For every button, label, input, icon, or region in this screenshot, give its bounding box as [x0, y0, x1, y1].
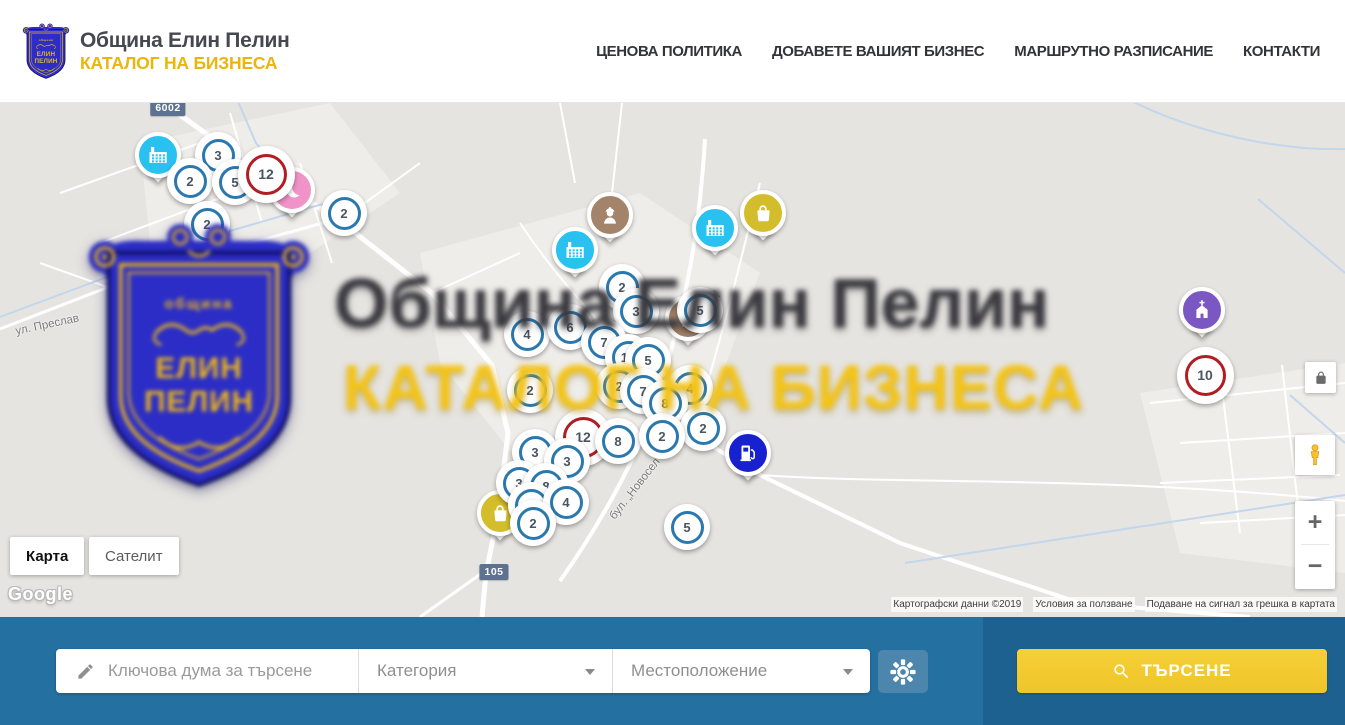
- gear-icon: [890, 659, 916, 685]
- location-value: Местоположение: [631, 661, 767, 681]
- streetview-lock-button[interactable]: [1305, 362, 1336, 393]
- cluster-marker[interactable]: 10: [1177, 347, 1234, 404]
- attribution-link[interactable]: Условия за ползване: [1033, 597, 1134, 612]
- pencil-icon: [76, 662, 95, 681]
- header: община ЕЛИН ПЕЛИН Община Елин Пелин КАТА…: [0, 0, 1345, 103]
- search-button-label: ТЪРСЕНЕ: [1141, 661, 1231, 681]
- cluster-marker[interactable]: 2: [507, 367, 553, 413]
- zoom-control: + −: [1295, 501, 1335, 589]
- pegman-icon: [1303, 443, 1327, 467]
- nav-item[interactable]: МАРШРУТНО РАЗПИСАНИЕ: [1014, 43, 1213, 60]
- cluster-count: 8: [661, 396, 668, 411]
- map-type-satellite-button[interactable]: Сателит: [89, 537, 179, 575]
- cluster-layer: 325122223546713522748212823338342510: [0, 103, 1345, 617]
- cluster-marker[interactable]: 2: [184, 201, 230, 247]
- cluster-count: 10: [1197, 367, 1213, 383]
- chevron-down-icon: [585, 669, 595, 675]
- map-attribution: Картографски данни ©2019 Условия за ползв…: [891, 597, 1337, 612]
- cluster-count: 5: [644, 353, 651, 368]
- advanced-search-button[interactable]: [878, 650, 928, 693]
- category-value: Категория: [377, 661, 456, 681]
- location-select[interactable]: Местоположение: [612, 649, 870, 693]
- factory-icon: [692, 205, 738, 251]
- attribution-text: Картографски данни ©2019: [891, 597, 1023, 612]
- cluster-marker[interactable]: 2: [167, 158, 213, 204]
- cluster-count: 12: [258, 166, 274, 182]
- search-bar: Категория Местоположение: [0, 617, 1345, 725]
- zoom-in-button[interactable]: +: [1295, 501, 1335, 544]
- keyword-field[interactable]: [56, 649, 358, 693]
- main-nav: ЦЕНОВА ПОЛИТИКА ДОБАВЕТЕ ВАШИЯТ БИЗНЕС МАР…: [596, 43, 1320, 60]
- cluster-marker[interactable]: 8: [595, 418, 641, 464]
- cluster-count: 8: [614, 434, 621, 449]
- cluster-count: 2: [699, 421, 706, 436]
- cluster-count: 5: [696, 303, 703, 318]
- cluster-count: 4: [562, 495, 569, 510]
- category-select[interactable]: Категория: [358, 649, 612, 693]
- cluster-count: 2: [658, 429, 665, 444]
- cluster-marker[interactable]: 2: [680, 405, 726, 451]
- map-type-map-button[interactable]: Карта: [10, 537, 84, 575]
- church-pin-marker[interactable]: [1179, 287, 1225, 349]
- factory-pin-marker[interactable]: [692, 205, 738, 267]
- page: община ЕЛИН ПЕЛИН Община Елин Пелин КАТА…: [0, 0, 1345, 725]
- site-subtitle: КАТАЛОГ НА БИЗНЕСА: [80, 53, 290, 73]
- chevron-down-icon: [843, 669, 853, 675]
- cluster-marker[interactable]: 12: [238, 146, 295, 203]
- cluster-marker[interactable]: 2: [321, 190, 367, 236]
- search-icon: [1112, 662, 1131, 681]
- bag-icon: [740, 190, 786, 236]
- site-logo[interactable]: община ЕЛИН ПЕЛИН Община Елин Пелин КАТА…: [22, 21, 290, 81]
- search-group: Категория Местоположение: [56, 649, 870, 693]
- cluster-marker[interactable]: 5: [677, 287, 723, 333]
- church-icon: [1179, 287, 1225, 333]
- cluster-count: 3: [563, 454, 570, 469]
- svg-text:община: община: [39, 38, 54, 42]
- lock-icon: [1314, 371, 1328, 385]
- zoom-out-button[interactable]: −: [1295, 545, 1335, 588]
- attribution-link[interactable]: Подаване на сигнал за грешка в картата: [1145, 597, 1337, 612]
- map-canvas[interactable]: 6002105ул. Преславбул. „Новоселци“ 32512…: [0, 103, 1345, 617]
- search-button[interactable]: ТЪРСЕНЕ: [1017, 649, 1327, 693]
- municipality-crest-icon: община ЕЛИН ПЕЛИН: [22, 21, 70, 81]
- nav-item[interactable]: ЦЕНОВА ПОЛИТИКА: [596, 43, 742, 60]
- bag-pin-marker[interactable]: [740, 190, 786, 252]
- cluster-count: 3: [632, 304, 639, 319]
- factory-icon: [552, 227, 598, 273]
- cluster-count: 4: [523, 327, 530, 342]
- cluster-marker[interactable]: 5: [664, 504, 710, 550]
- cluster-marker[interactable]: 4: [504, 311, 550, 357]
- nav-item[interactable]: КОНТАКТИ: [1243, 43, 1320, 60]
- svg-text:ПЕЛИН: ПЕЛИН: [34, 58, 57, 65]
- cluster-count: 2: [186, 174, 193, 189]
- google-logo[interactable]: Google: [8, 584, 73, 605]
- cluster-count: 3: [214, 148, 221, 163]
- cluster-count: 6: [566, 320, 573, 335]
- cluster-count: 2: [529, 516, 536, 531]
- cluster-marker[interactable]: 2: [639, 413, 685, 459]
- pegman-control[interactable]: [1295, 435, 1335, 475]
- site-title: Община Елин Пелин: [80, 29, 290, 53]
- cluster-count: 5: [683, 520, 690, 535]
- nav-item[interactable]: ДОБАВЕТЕ ВАШИЯТ БИЗНЕС: [772, 43, 984, 60]
- fuel-pin-marker[interactable]: [725, 430, 771, 492]
- keyword-input[interactable]: [108, 661, 338, 681]
- fuel-icon: [725, 430, 771, 476]
- factory-pin-marker[interactable]: [552, 227, 598, 289]
- cluster-count: 3: [531, 445, 538, 460]
- cluster-marker[interactable]: 2: [510, 500, 556, 546]
- cluster-count: 2: [203, 217, 210, 232]
- svg-text:ЕЛИН: ЕЛИН: [37, 51, 56, 58]
- cluster-count: 2: [526, 383, 533, 398]
- cluster-count: 4: [686, 381, 693, 396]
- cluster-count: 2: [340, 206, 347, 221]
